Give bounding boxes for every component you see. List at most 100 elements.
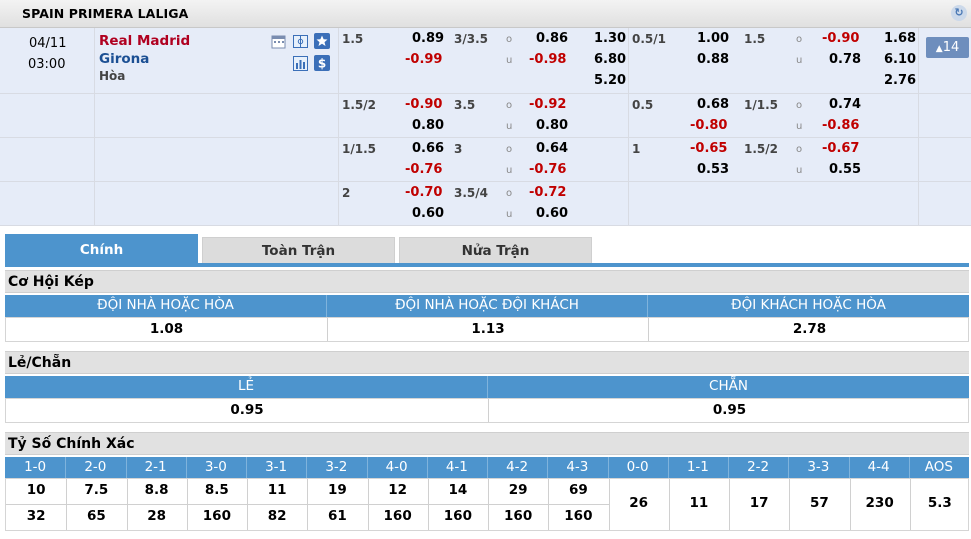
- calendar-icon[interactable]: [271, 34, 286, 49]
- score-header: 2-2: [747, 459, 770, 475]
- under-odds[interactable]: 0.80: [536, 118, 568, 133]
- under-label: u: [506, 55, 513, 66]
- score-away-odds[interactable]: 160: [368, 508, 428, 524]
- league-name: SPAIN PRIMERA LALIGA: [22, 6, 189, 21]
- tab-full-match[interactable]: Toàn Trận: [202, 237, 395, 264]
- over-label: o: [796, 100, 803, 111]
- score-header: 4-3: [566, 459, 589, 475]
- score-draw-odds[interactable]: 26: [609, 495, 669, 511]
- handicap-line: 1.5: [342, 32, 364, 46]
- score-home-odds[interactable]: 19: [307, 482, 367, 498]
- ou-line: 3: [454, 142, 463, 156]
- half-1x2-away[interactable]: 6.10: [884, 52, 916, 67]
- half-over-odds[interactable]: -0.90: [822, 31, 859, 46]
- score-draw-odds[interactable]: 230: [850, 495, 910, 511]
- score-away-odds[interactable]: 28: [127, 508, 187, 524]
- handicap-away-odds[interactable]: 0.60: [412, 206, 444, 221]
- score-home-odds[interactable]: 8.8: [127, 482, 187, 498]
- more-markets-button[interactable]: ▲14: [926, 37, 969, 58]
- half-over-odds[interactable]: -0.67: [822, 141, 859, 156]
- score-home-odds[interactable]: 29: [488, 482, 548, 498]
- ou-line: 3.5: [454, 98, 476, 112]
- stats-chart-icon[interactable]: [293, 56, 308, 71]
- score-away-odds[interactable]: 160: [548, 508, 608, 524]
- score-home-odds[interactable]: 10: [6, 482, 66, 498]
- half-handicap-line: 0.5/1: [632, 32, 666, 46]
- score-away-odds[interactable]: 65: [66, 508, 126, 524]
- tab-underline: [5, 263, 969, 267]
- score-home-odds[interactable]: 7.5: [66, 482, 126, 498]
- half-handicap-home-odds[interactable]: 0.68: [697, 97, 729, 112]
- half-handicap-away-odds[interactable]: -0.80: [690, 118, 727, 133]
- tab-half-match[interactable]: Nửa Trận: [399, 237, 592, 264]
- half-under-odds[interactable]: 0.78: [829, 52, 861, 67]
- score-home-odds[interactable]: 11: [247, 482, 307, 498]
- half-over-odds[interactable]: 0.74: [829, 97, 861, 112]
- under-label: u: [506, 121, 513, 132]
- score-away-odds[interactable]: 61: [307, 508, 367, 524]
- score-away-odds[interactable]: 160: [187, 508, 247, 524]
- odd-odds[interactable]: 0.95: [6, 402, 488, 418]
- under-odds[interactable]: 0.60: [536, 206, 568, 221]
- half-handicap-away-odds[interactable]: 0.88: [697, 52, 729, 67]
- over-label: o: [796, 34, 803, 45]
- match-time: 03:00: [28, 57, 66, 72]
- half-1x2-home[interactable]: 1.68: [884, 31, 916, 46]
- score-away-odds[interactable]: 160: [428, 508, 488, 524]
- 1x2-away[interactable]: 6.80: [594, 52, 626, 67]
- refresh-icon[interactable]: ↻: [951, 5, 967, 21]
- dc-home-or-away-odds[interactable]: 1.13: [328, 321, 648, 337]
- dollar-icon[interactable]: $: [314, 55, 330, 71]
- even-odds[interactable]: 0.95: [489, 402, 970, 418]
- home-team[interactable]: Real Madrid: [99, 33, 190, 49]
- over-odds[interactable]: 0.86: [536, 31, 568, 46]
- over-label: o: [506, 188, 513, 199]
- dc-home-or-draw-header: ĐỘI NHÀ HOẶC HÒA: [97, 297, 234, 313]
- handicap-home-odds[interactable]: 0.66: [412, 141, 444, 156]
- correct-score-title: Tỷ Số Chính Xác: [8, 436, 135, 452]
- score-header: 3-1: [265, 459, 288, 475]
- half-ou-line: 1.5: [744, 32, 766, 46]
- dc-home-or-draw-odds[interactable]: 1.08: [6, 321, 327, 337]
- score-draw-odds[interactable]: 57: [789, 495, 849, 511]
- dc-away-or-draw-header: ĐỘI KHÁCH HOẶC HÒA: [731, 297, 886, 313]
- handicap-home-odds[interactable]: -0.90: [405, 97, 442, 112]
- half-under-odds[interactable]: -0.86: [822, 118, 859, 133]
- over-odds[interactable]: 0.64: [536, 141, 568, 156]
- over-odds[interactable]: -0.72: [529, 185, 566, 200]
- score-draw-odds[interactable]: 17: [729, 495, 789, 511]
- score-draw-odds[interactable]: 11: [669, 495, 729, 511]
- half-handicap-home-odds[interactable]: -0.65: [690, 141, 727, 156]
- correct-score-section-title: Tỷ Số Chính Xác: [5, 432, 969, 455]
- half-under-odds[interactable]: 0.55: [829, 162, 861, 177]
- under-odds[interactable]: -0.76: [529, 162, 566, 177]
- match-date: 04/11: [29, 36, 67, 51]
- handicap-away-odds[interactable]: -0.99: [405, 52, 442, 67]
- favorite-star-icon[interactable]: [314, 33, 330, 49]
- half-handicap-away-odds[interactable]: 0.53: [697, 162, 729, 177]
- 1x2-draw[interactable]: 5.20: [594, 73, 626, 88]
- handicap-away-odds[interactable]: -0.76: [405, 162, 442, 177]
- away-team[interactable]: Girona: [99, 51, 149, 67]
- score-home-odds[interactable]: 8.5: [187, 482, 247, 498]
- tab-main[interactable]: Chính: [5, 234, 198, 264]
- lineup-icon[interactable]: [293, 34, 308, 49]
- handicap-line: 2: [342, 186, 351, 200]
- under-odds[interactable]: -0.98: [529, 52, 566, 67]
- score-draw-odds[interactable]: 5.3: [910, 495, 970, 511]
- half-1x2-draw[interactable]: 2.76: [884, 73, 916, 88]
- score-home-odds[interactable]: 14: [428, 482, 488, 498]
- handicap-home-odds[interactable]: -0.70: [405, 185, 442, 200]
- score-header: 2-0: [84, 459, 107, 475]
- score-away-odds[interactable]: 82: [247, 508, 307, 524]
- score-home-odds[interactable]: 12: [368, 482, 428, 498]
- score-home-odds[interactable]: 69: [548, 482, 608, 498]
- 1x2-home[interactable]: 1.30: [594, 31, 626, 46]
- dc-away-or-draw-odds[interactable]: 2.78: [649, 321, 970, 337]
- score-away-odds[interactable]: 160: [488, 508, 548, 524]
- handicap-away-odds[interactable]: 0.80: [412, 118, 444, 133]
- over-odds[interactable]: -0.92: [529, 97, 566, 112]
- score-away-odds[interactable]: 32: [6, 508, 66, 524]
- half-handicap-home-odds[interactable]: 1.00: [697, 31, 729, 46]
- handicap-home-odds[interactable]: 0.89: [412, 31, 444, 46]
